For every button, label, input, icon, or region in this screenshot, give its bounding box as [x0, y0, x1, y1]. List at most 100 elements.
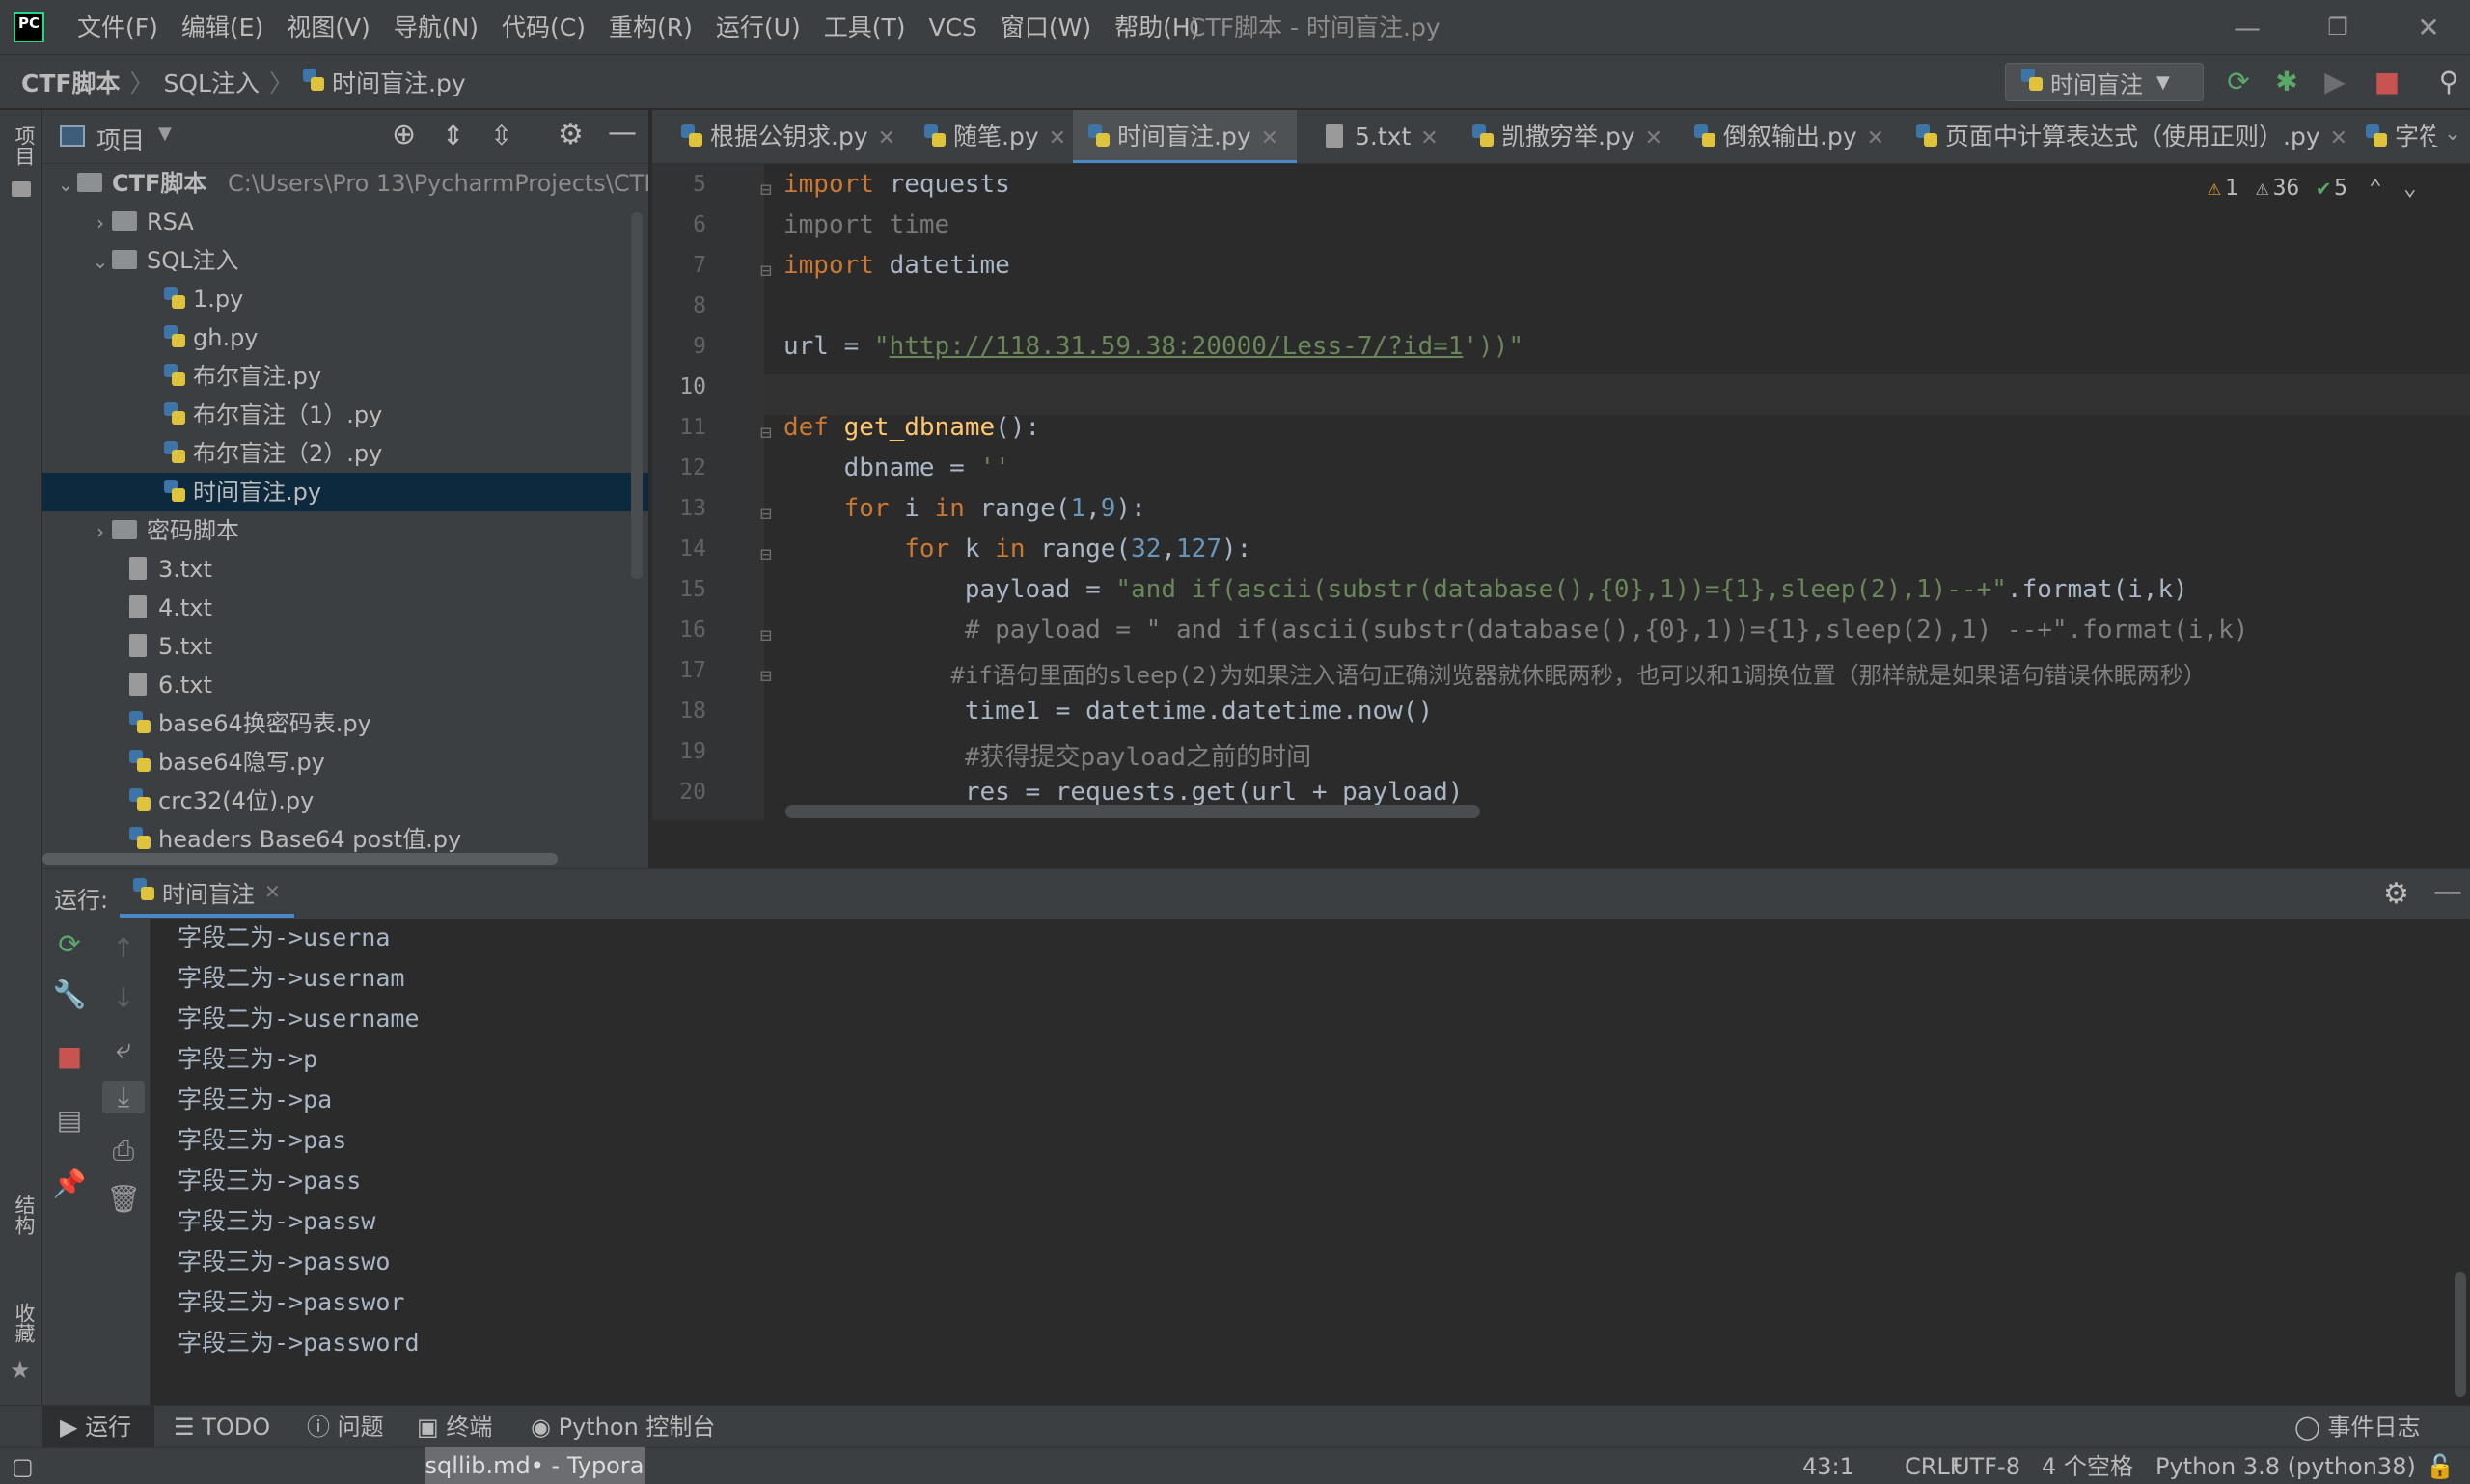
gear-icon[interactable]: ⚙	[2383, 877, 2409, 911]
vertical-scrollbar[interactable]	[2455, 1272, 2466, 1397]
tree-item-file[interactable]: base64换密码表.py	[42, 704, 648, 743]
inspection-widget[interactable]: ⚠ 1 ⚠ 36 ✔ 5 ⌃ ⌄	[2208, 176, 2417, 201]
tool-tab-problems[interactable]: ⓘ 问题	[307, 1406, 384, 1448]
tree-item-file[interactable]: 4.txt	[42, 589, 648, 627]
breadcrumb-folder[interactable]: SQL注入	[164, 65, 260, 99]
indent-setting[interactable]: 4 个空格	[2042, 1448, 2133, 1484]
tree-item-file[interactable]: 布尔盲注.py	[42, 357, 648, 396]
horizontal-scrollbar[interactable]	[785, 805, 1480, 818]
tab-file[interactable]: 5.txt ✕	[1310, 110, 1439, 163]
fold-icon[interactable]: ⊟	[760, 664, 772, 687]
tree-item-root[interactable]: ⌄ CTF脚本 C:\Users\Pro 13\PycharmProjects\C…	[42, 164, 648, 203]
tree-item-folder[interactable]: › 密码脚本	[42, 511, 648, 550]
tree-item-file-selected[interactable]: 时间盲注.py	[42, 473, 648, 511]
close-icon[interactable]: ✕	[878, 126, 895, 151]
minimize-button[interactable]: —	[2202, 0, 2292, 55]
tree-item-file[interactable]: 1.py	[42, 280, 648, 318]
fold-icon[interactable]: ⊟	[760, 259, 772, 282]
close-icon[interactable]: ✕	[1867, 126, 1884, 151]
menu-code[interactable]: 代码(C)	[490, 0, 597, 55]
rerun-icon[interactable]: ⟳	[2219, 66, 2258, 100]
scroll-to-end-icon[interactable]: ⤓	[102, 1081, 145, 1113]
close-icon[interactable]: ✕	[1049, 126, 1066, 151]
menu-navigate[interactable]: 导航(N)	[382, 0, 490, 55]
tree-item-file[interactable]: gh.py	[42, 318, 648, 357]
tree-item-file[interactable]: 布尔盲注（1）.py	[42, 396, 648, 434]
coverage-icon[interactable]: ▶	[2316, 66, 2354, 100]
tab-file[interactable]: 根据公钥求.py ✕	[666, 110, 895, 163]
close-icon[interactable]: ✕	[1420, 126, 1438, 151]
search-icon[interactable]: ⚲	[2429, 66, 2468, 100]
tree-item-folder[interactable]: › RSA	[42, 203, 648, 241]
menu-vcs[interactable]: VCS	[917, 0, 988, 55]
fold-icon[interactable]: ⊟	[760, 623, 772, 646]
tool-tab-todo[interactable]: ☰ TODO	[174, 1406, 270, 1448]
event-log-button[interactable]: ◯ 事件日志	[2294, 1406, 2421, 1448]
close-icon[interactable]: ✕	[2330, 126, 2347, 151]
chevron-down-icon[interactable]: ⌄	[2435, 122, 2470, 146]
stop-icon[interactable]: ■	[2368, 66, 2406, 100]
fold-icon[interactable]: ⊟	[760, 178, 772, 201]
lock-icon[interactable]: 🔓	[2426, 1448, 2455, 1484]
gear-icon[interactable]: ⚙	[558, 118, 584, 151]
breadcrumb-project[interactable]: CTF脚本	[21, 65, 120, 99]
layout-icon[interactable]: ▤	[42, 1104, 96, 1136]
tree-item-file[interactable]: 3.txt	[42, 550, 648, 589]
tab-file[interactable]: 凯撒穷举.py ✕	[1457, 110, 1662, 163]
fold-icon[interactable]: ⊟	[760, 502, 772, 525]
code-editor[interactable]: 5 6 7 8 9 10 11 12 13 14 15 16 17 18 19 …	[652, 164, 2470, 820]
chevron-up-icon[interactable]: ⌃	[2369, 176, 2382, 201]
rerun-icon[interactable]: ⟳	[42, 928, 96, 960]
breadcrumb-file[interactable]: 时间盲注.py	[332, 65, 466, 99]
run-tab[interactable]: 时间盲注 ✕	[120, 869, 294, 918]
stop-icon[interactable]: ■	[42, 1040, 96, 1072]
caret-position[interactable]: 43:1	[1802, 1448, 1854, 1484]
tab-file[interactable]: 页面中计算表达式（使用正则）.py ✕	[1901, 110, 2347, 163]
url-link[interactable]: http://118.31.59.38:20000/Less-7/?id=1	[890, 332, 1464, 361]
hide-panel-icon[interactable]: —	[608, 116, 637, 150]
tree-item-file[interactable]: 6.txt	[42, 666, 648, 704]
project-panel-title[interactable]: 项目	[96, 122, 145, 156]
arrow-down-icon[interactable]: ↓	[96, 982, 151, 1014]
collapse-all-icon[interactable]: ⇳	[490, 120, 512, 151]
horizontal-scrollbar[interactable]	[42, 853, 558, 865]
fold-icon[interactable]: ⊟	[760, 421, 772, 444]
expand-all-icon[interactable]: ⇕	[442, 120, 464, 151]
tab-file[interactable]: 字符	[2350, 110, 2443, 163]
file-encoding[interactable]: UTF-8	[1953, 1448, 2020, 1484]
menu-edit[interactable]: 编辑(E)	[170, 0, 275, 55]
project-tool-button[interactable]: 项目	[10, 125, 39, 166]
close-icon[interactable]: ✕	[1645, 126, 1662, 151]
structure-tool-button[interactable]: 结构	[10, 1195, 39, 1235]
tree-item-folder[interactable]: ⌄ SQL注入	[42, 241, 648, 280]
fold-icon[interactable]: ⊟	[760, 542, 772, 565]
tab-file[interactable]: 倒叙输出.py ✕	[1679, 110, 1884, 163]
pin-icon[interactable]: 📌	[42, 1168, 96, 1199]
soft-wrap-icon[interactable]: ⤶	[96, 1032, 151, 1065]
close-icon[interactable]: ✕	[264, 880, 281, 903]
python-interpreter[interactable]: Python 3.8 (python38)	[2155, 1448, 2416, 1484]
tool-windows-icon[interactable]: ▢	[12, 1448, 34, 1484]
tab-file[interactable]: 随笔.py ✕	[909, 110, 1066, 163]
chevron-down-icon[interactable]: ▼	[158, 124, 172, 144]
trash-icon[interactable]: 🗑	[96, 1183, 151, 1215]
print-icon[interactable]: ⎙	[96, 1135, 151, 1168]
run-configuration-select[interactable]: 时间盲注 ▼	[2005, 63, 2204, 101]
menu-view[interactable]: 视图(V)	[275, 0, 382, 55]
wrench-icon[interactable]: 🔧	[42, 978, 96, 1010]
hide-panel-icon[interactable]: —	[2433, 875, 2462, 909]
tree-item-file[interactable]: 5.txt	[42, 627, 648, 666]
tree-item-file[interactable]: 布尔盲注（2）.py	[42, 434, 648, 473]
tree-item-file[interactable]: base64隐写.py	[42, 743, 648, 782]
favorites-tool-button[interactable]: 收藏	[10, 1303, 39, 1343]
locate-icon[interactable]: ⊕	[392, 118, 416, 151]
debug-icon[interactable]: ✱	[2267, 66, 2306, 100]
chevron-down-icon[interactable]: ⌄	[2403, 176, 2417, 201]
menu-window[interactable]: 窗口(W)	[989, 0, 1103, 55]
vertical-scrollbar[interactable]	[631, 212, 643, 579]
tool-tab-python-console[interactable]: ◉ Python 控制台	[531, 1406, 715, 1448]
close-button[interactable]: ✕	[2383, 0, 2470, 55]
tree-item-file[interactable]: crc32(4位).py	[42, 782, 648, 820]
tab-file-active[interactable]: 时间盲注.py ✕	[1073, 110, 1297, 163]
tool-tab-run[interactable]: ▶ 运行	[42, 1406, 154, 1448]
